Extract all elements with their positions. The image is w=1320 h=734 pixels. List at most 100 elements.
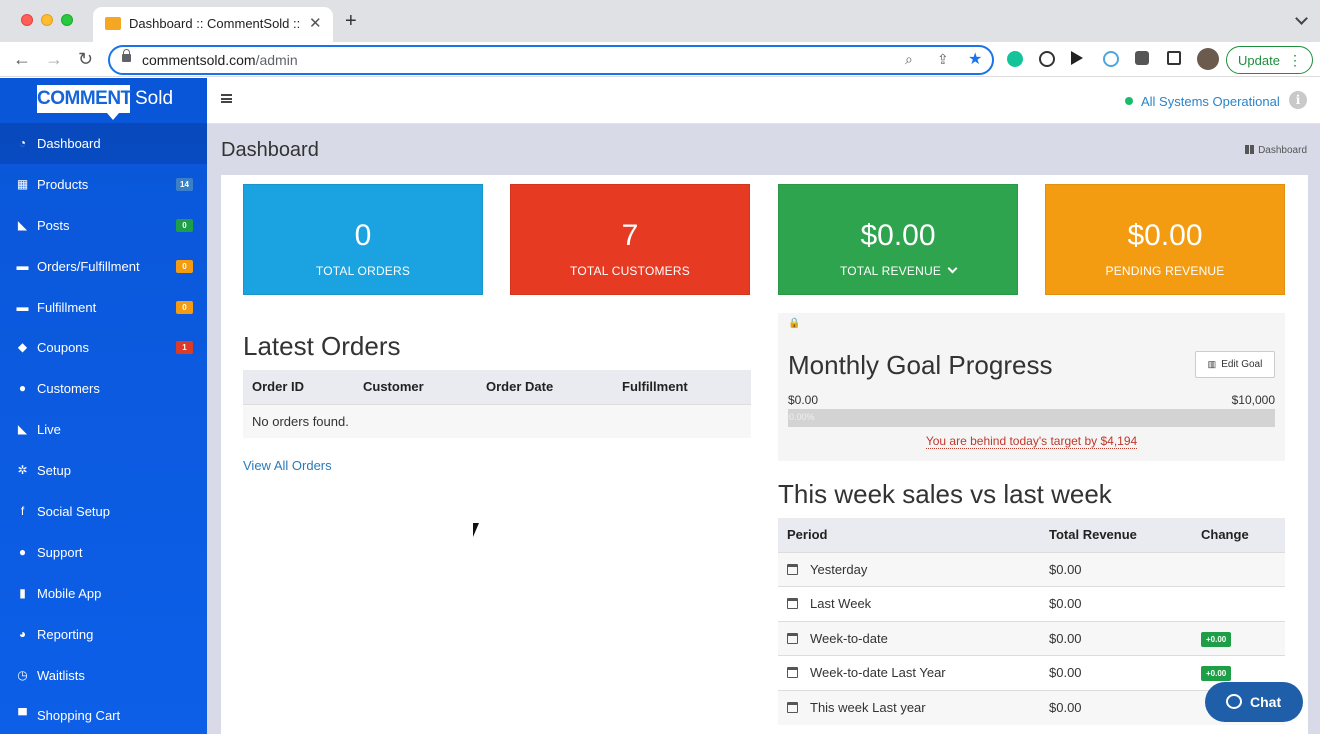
chat-bubble-icon [1226,694,1242,709]
puzzle-extensions-icon[interactable] [1135,51,1149,65]
latest-orders-title: Latest Orders [243,331,401,361]
share-icon[interactable]: ⇪ [937,51,949,68]
browser-tab[interactable]: Dashboard :: CommentSold :: ✕ [93,7,333,42]
hamburger-menu-icon[interactable] [221,94,232,103]
period-cell: Week-to-date Last Year [778,655,1040,690]
address-bar[interactable]: commentsold.com/admin ⌕ ⇪ ★ [108,45,994,75]
table-row: Last Week $0.00 [778,586,1285,621]
pie-chart-icon: ◕ [18,626,27,641]
grammarly-extension-icon[interactable] [1007,51,1023,67]
sidebar-item-fulfillment[interactable]: ▬ Fulfillment 0 [0,287,207,328]
zoom-icon[interactable]: ⌕ [905,51,913,68]
clock-icon: ◷ [17,667,28,682]
change-cell [1192,586,1285,621]
comments-icon: ● [18,544,27,559]
info-icon[interactable]: i [1289,91,1307,109]
user-icon: ● [18,381,27,396]
total-orders-card[interactable]: 0 TOTAL ORDERS [243,184,483,295]
calendar-icon [787,598,798,610]
side-panel-icon[interactable] [1167,51,1181,65]
grid-icon: ▦ [16,176,29,191]
tab-close-icon[interactable]: ✕ [309,14,322,32]
empty-message: No orders found. [243,403,751,438]
sidebar-item-label: Setup [37,463,71,479]
total-revenue-card[interactable]: $0.00 TOTAL REVENUE [778,184,1018,295]
window-maximize-button[interactable] [61,14,73,26]
status-indicator-icon [1125,97,1133,105]
sidebar-item-posts[interactable]: ◣ Posts 0 [0,205,207,246]
calendar-icon [787,667,798,679]
mobile-icon: ▮ [19,585,26,600]
forward-button[interactable]: → [45,48,63,70]
edit-goal-button[interactable]: ▥ Edit Goal [1195,351,1275,378]
bar-chart-icon: ▥ [1207,359,1217,369]
calendar-icon [787,563,798,575]
sidebar-item-social-setup[interactable]: f Social Setup [0,491,207,532]
stat-value: $0.00 [1127,219,1203,252]
view-all-orders-link[interactable]: View All Orders [243,458,332,473]
sidebar-item-label: Mobile App [37,585,102,601]
browser-tab-bar: Dashboard :: CommentSold :: ✕ + [0,0,1320,42]
lock-icon [122,49,131,62]
profile-avatar[interactable] [1197,48,1219,70]
revenue-cell: $0.00 [1040,689,1192,725]
check-extension-icon[interactable] [1039,51,1055,67]
window-minimize-button[interactable] [41,14,53,26]
total-customers-card[interactable]: 7 TOTAL CUSTOMERS [510,184,750,295]
sidebar-item-support[interactable]: ● Support [0,532,207,573]
sidebar-item-mobile-app[interactable]: ▮ Mobile App [0,573,207,614]
change-badge: +0.00 [1201,666,1232,682]
table-row: Week-to-date Last Year $0.00 +0.00 [778,655,1285,690]
calendar-icon [787,702,798,713]
sidebar-item-label: Products [37,176,89,192]
stat-label: TOTAL ORDERS [315,264,411,278]
sidebar-item-label: Shopping Cart [37,708,121,724]
browser-toolbar: ← → ↻ commentsold.com/admin ⌕ ⇪ ★ Update… [0,42,1320,77]
new-tab-button[interactable]: + [345,11,357,31]
chat-label: Chat [1250,694,1282,710]
sidebar-item-shopping-cart[interactable]: ▀ Shopping Cart [0,695,207,734]
sidebar-item-coupons[interactable]: ◆ Coupons 1 [0,327,207,368]
mouse-cursor-icon [473,523,479,537]
sidebar-item-orders-fulfillment[interactable]: ▬ Orders/Fulfillment 0 [0,246,207,287]
back-button[interactable]: ← [13,48,31,70]
rss-icon: ◣ [17,217,28,232]
stat-value: 7 [621,219,639,252]
commentsold-favicon-icon [105,17,121,30]
sidebar-item-dashboard[interactable]: ◔ Dashboard [0,123,207,164]
sidebar-item-setup[interactable]: ✲ Setup [0,450,207,491]
bookmark-star-icon[interactable]: ★ [968,49,982,69]
sidebar-item-label: Customers [37,381,100,397]
update-button[interactable]: Update ⋮ [1226,46,1313,74]
truck-icon: ▬ [16,258,29,273]
cursor-extension-icon[interactable] [1071,51,1083,65]
top-header: All Systems Operational i [207,78,1320,124]
tab-search-chevron-icon[interactable] [1295,12,1308,25]
stat-value: $0.00 [860,219,936,252]
change-cell: +0.00 [1192,620,1285,656]
window-close-button[interactable] [21,14,33,26]
system-status-link[interactable]: All Systems Operational [1141,94,1280,109]
facebook-icon: f [20,504,25,519]
weekly-sales-title: This week sales vs last week [778,479,1112,509]
stat-label[interactable]: TOTAL REVENUE [779,263,1017,278]
loom-extension-icon[interactable] [1103,51,1119,67]
breadcrumb[interactable]: Dashboard [1245,145,1307,156]
sidebar-item-products[interactable]: ▦ Products 14 [0,164,207,205]
logo-comment-text: COMMENT [37,85,132,120]
pending-revenue-card[interactable]: $0.00 PENDING REVENUE [1045,184,1285,295]
sidebar-item-customers[interactable]: ● Customers [0,368,207,409]
chevron-down-icon[interactable] [947,263,958,274]
sidebar-item-live[interactable]: ◣ Live [0,409,207,450]
sidebar-item-label: Waitlists [37,667,85,683]
chat-button[interactable]: Chat [1205,682,1303,722]
sidebar-item-waitlists[interactable]: ◷ Waitlists [0,655,207,696]
sidebar-item-label: Support [37,544,83,560]
column-header: Order ID [243,370,354,404]
stat-value: 0 [354,219,372,252]
goal-max-label: $10,000 [1231,393,1275,407]
reload-button[interactable]: ↻ [78,48,93,70]
tab-title: Dashboard :: CommentSold :: [129,16,301,31]
revenue-cell: $0.00 [1040,620,1192,656]
sidebar-item-reporting[interactable]: ◕ Reporting [0,614,207,655]
